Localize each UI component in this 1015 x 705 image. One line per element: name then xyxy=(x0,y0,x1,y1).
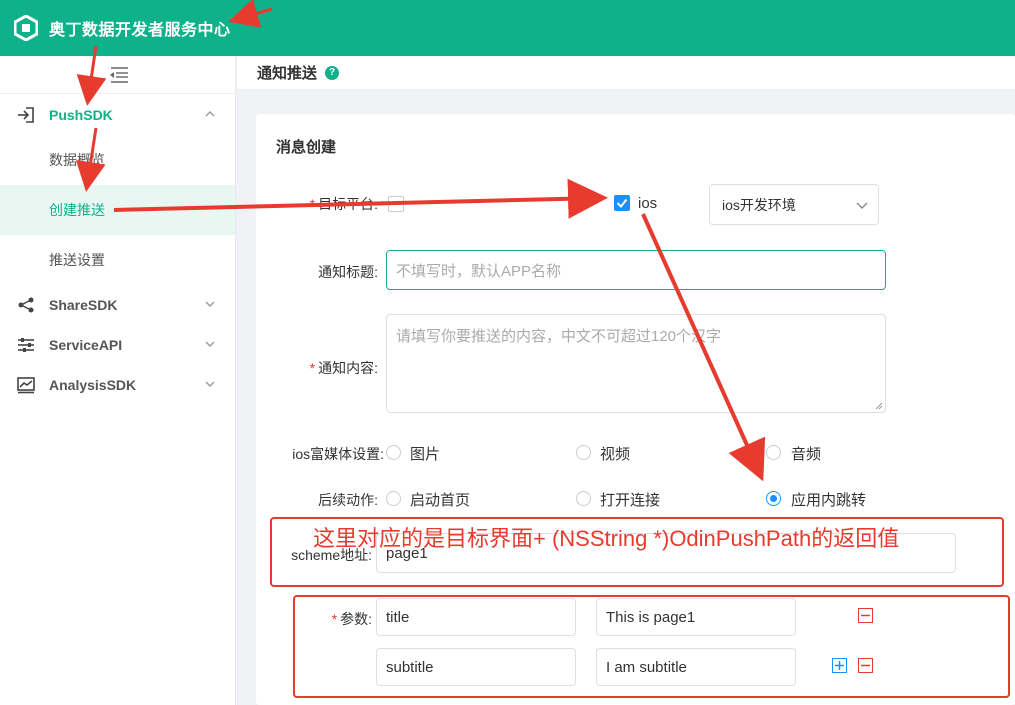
radio-label: 视频 xyxy=(600,446,631,463)
notify-content-label: * 通知内容: xyxy=(309,360,378,376)
sidebar-item-label: 创建推送 xyxy=(49,202,105,218)
chevron-down-icon xyxy=(205,341,215,347)
sidebar-item-label: 推送设置 xyxy=(49,252,105,268)
ios-environment-select[interactable]: ios开发环境 xyxy=(709,184,879,225)
help-icon[interactable]: ? xyxy=(325,65,340,80)
follow-action-label: 后续动作: xyxy=(318,492,378,508)
radio-label: 应用内跳转 xyxy=(791,492,867,509)
chart-icon xyxy=(17,376,35,394)
input-placeholder: 不填写时，默认APP名称 xyxy=(396,262,562,280)
ios-checkbox-label: ios xyxy=(638,195,658,212)
radio-open-link[interactable] xyxy=(576,491,591,506)
radio-launch-home[interactable] xyxy=(386,491,401,506)
sidebar-group-analysissdk[interactable]: AnalysisSDK xyxy=(0,365,235,405)
check-icon xyxy=(616,198,628,209)
sidebar: PushSDK 数据概览 创建推送 推送设置 ShareSDK ServiceA… xyxy=(0,56,236,705)
page-title: 通知推送 xyxy=(257,65,318,82)
menu-fold-icon xyxy=(109,66,128,83)
sliders-icon xyxy=(17,336,35,354)
login-icon xyxy=(17,106,35,124)
sidebar-group-serviceapi[interactable]: ServiceAPI xyxy=(0,325,235,365)
radio-label: 音频 xyxy=(791,446,822,463)
radio-label: 图片 xyxy=(410,446,441,463)
radio-label: 打开连接 xyxy=(600,492,661,509)
app-title: 奥丁数据开发者服务中心 xyxy=(49,22,231,39)
sidebar-group-sharesdk[interactable]: ShareSDK xyxy=(0,285,235,325)
annotation-params-box xyxy=(293,595,1010,698)
notify-title-input[interactable]: 不填写时，默认APP名称 xyxy=(386,250,886,290)
top-bar: 奥丁数据开发者服务中心 xyxy=(0,0,1015,56)
sidebar-item-data-overview[interactable]: 数据概览 xyxy=(0,135,235,185)
share-icon xyxy=(17,296,35,314)
radio-label: 启动首页 xyxy=(410,492,471,509)
radio-in-app-jump[interactable] xyxy=(766,491,781,506)
rich-media-label: ios富媒体设置: xyxy=(292,446,384,462)
page-header: 通知推送 ? xyxy=(237,56,1015,89)
notify-content-textarea[interactable]: 请填写你要推送的内容，中文不可超过120个汉字 xyxy=(386,314,886,413)
chevron-down-icon xyxy=(205,301,215,307)
android-checkbox[interactable] xyxy=(388,196,404,212)
chevron-down-icon xyxy=(205,381,215,387)
textarea-placeholder: 请填写你要推送的内容，中文不可超过120个汉字 xyxy=(396,328,722,345)
target-platform-label: * 目标平台: xyxy=(309,196,378,212)
sidebar-item-push-settings[interactable]: 推送设置 xyxy=(0,235,235,285)
ios-checkbox[interactable] xyxy=(614,195,630,211)
sidebar-item-label: 数据概览 xyxy=(49,152,105,168)
chevron-up-icon xyxy=(205,111,215,117)
annotation-text: 这里对应的是目标界面+ (NSString *)OdinPushPath的返回值 xyxy=(313,526,900,551)
chevron-down-icon xyxy=(856,202,868,209)
radio-audio[interactable] xyxy=(766,445,781,460)
sidebar-group-label: ShareSDK xyxy=(49,297,118,313)
radio-image[interactable] xyxy=(386,445,401,460)
logo-icon xyxy=(13,14,39,42)
card-title: 消息创建 xyxy=(276,139,337,156)
sidebar-group-label: ServiceAPI xyxy=(49,337,123,353)
collapse-menu-button[interactable] xyxy=(0,56,235,93)
sidebar-group-label: AnalysisSDK xyxy=(49,377,137,393)
radio-video[interactable] xyxy=(576,445,591,460)
notify-title-label: 通知标题: xyxy=(318,264,378,280)
sidebar-group-pushsdk[interactable]: PushSDK xyxy=(0,95,235,135)
select-value: ios开发环境 xyxy=(722,196,796,213)
sidebar-group-label: PushSDK xyxy=(49,107,113,123)
sidebar-item-create-push[interactable]: 创建推送 xyxy=(0,185,235,235)
resize-grip-icon[interactable] xyxy=(875,402,883,410)
